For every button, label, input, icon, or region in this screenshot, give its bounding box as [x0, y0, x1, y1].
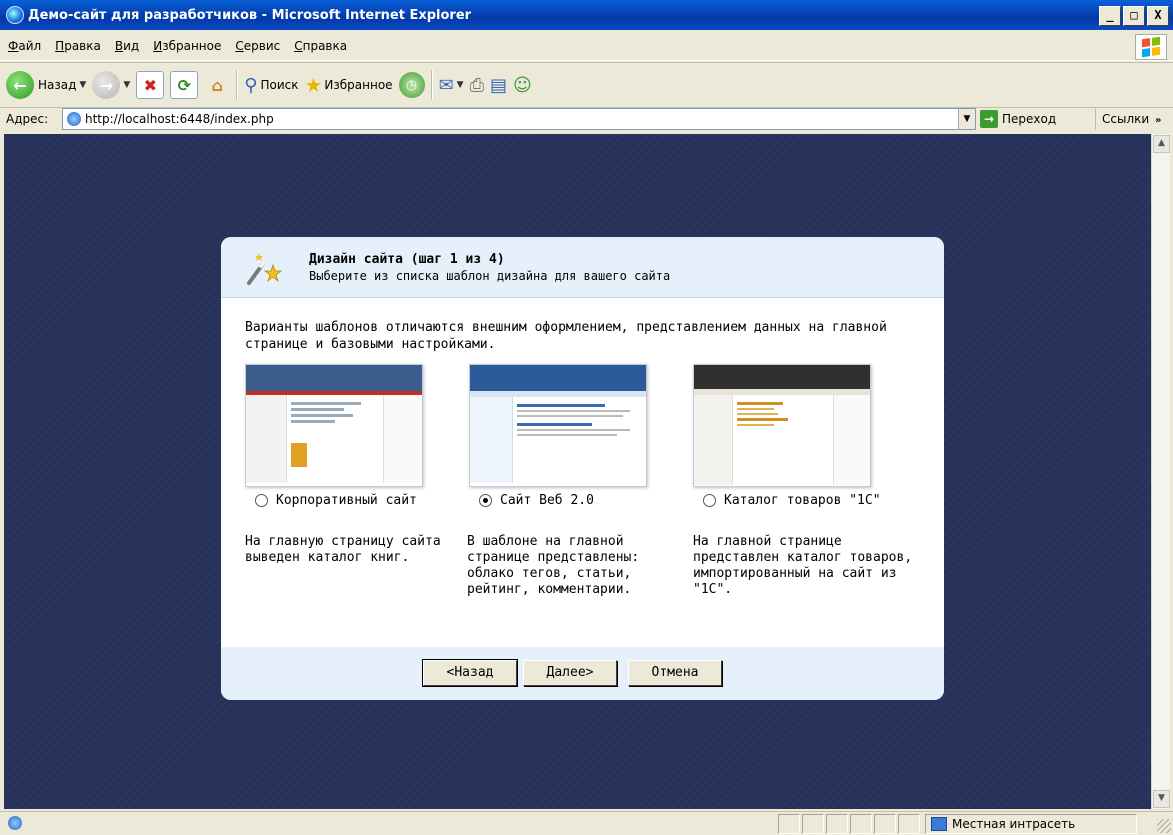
title-bar: Демо-сайт для разработчиков - Microsoft …: [0, 0, 1173, 30]
scroll-up-icon[interactable]: ▲: [1153, 135, 1170, 153]
option-web20-label: Сайт Веб 2.0: [500, 493, 594, 508]
refresh-icon[interactable]: ⟳: [170, 71, 199, 99]
favorites-button[interactable]: ★ Избранное: [304, 73, 392, 97]
radio-catalog[interactable]: [703, 494, 716, 507]
dialog-intro: Варианты шаблонов отличаются внешним офо…: [245, 320, 887, 352]
next-button[interactable]: Далее>: [523, 660, 617, 686]
back-dropdown-icon[interactable]: ▼: [79, 80, 86, 90]
dialog-subtitle: Выберите из списка шаблон дизайна для ва…: [309, 269, 671, 283]
browser-window: Демо-сайт для разработчиков - Microsoft …: [0, 0, 1173, 834]
address-label: Адрес:: [6, 112, 49, 126]
mail-dropdown-icon[interactable]: ▼: [457, 80, 464, 90]
template-thumbnail-web20[interactable]: [469, 364, 647, 487]
mail-button[interactable]: ✉ ▼: [439, 75, 464, 96]
address-url: http://localhost:6448/index.php: [85, 112, 274, 126]
toolbar-separator: [236, 70, 239, 100]
close-button[interactable]: X: [1147, 6, 1169, 26]
cancel-button[interactable]: Отмена: [628, 660, 722, 686]
maximize-button[interactable]: □: [1123, 6, 1145, 26]
vertical-scrollbar[interactable]: ▲ ▼: [1151, 134, 1170, 809]
status-cells: [778, 814, 922, 834]
status-bar: Местная интрасеть: [0, 811, 1173, 835]
search-label: Поиск: [260, 78, 299, 92]
address-bar: Адрес: http://localhost:6448/index.php ▼…: [0, 108, 1173, 130]
menu-bar: Файл Правка Вид Избранное Сервис Справка: [0, 32, 1173, 61]
home-icon[interactable]: ⌂: [204, 72, 230, 98]
menu-file[interactable]: Файл: [8, 39, 41, 53]
option-catalog[interactable]: Каталог товаров "1С": [703, 493, 881, 508]
zone-label: Местная интрасеть: [952, 817, 1076, 831]
radio-web20[interactable]: [479, 494, 492, 507]
edit-icon[interactable]: ▤: [490, 75, 507, 96]
windows-logo-icon: [1135, 34, 1167, 60]
menu-tools[interactable]: Сервис: [235, 39, 280, 53]
forward-button[interactable]: → ▼: [92, 71, 130, 99]
forward-arrow-icon: →: [92, 71, 121, 99]
standard-toolbar: ← Назад ▼ → ▼ ✖ ⟳ ⌂ ⚲ Поиск ★ Избранное …: [0, 62, 1173, 108]
back-button[interactable]: ← Назад ▼: [6, 71, 86, 99]
minimize-button[interactable]: _: [1099, 6, 1121, 26]
template-thumbnail-corporate[interactable]: [245, 364, 423, 487]
search-button[interactable]: ⚲ Поиск: [244, 75, 298, 96]
back-wizard-button[interactable]: <Назад: [422, 659, 518, 687]
address-dropdown-icon[interactable]: ▼: [958, 109, 975, 129]
wizard-dialog: Дизайн сайта (шаг 1 из 4) Выберите из сп…: [221, 237, 944, 700]
dialog-header: Дизайн сайта (шаг 1 из 4) Выберите из сп…: [221, 237, 944, 298]
window-title: Демо-сайт для разработчиков - Microsoft …: [28, 7, 472, 23]
ie-icon: [6, 6, 24, 24]
links-label: Ссылки: [1102, 112, 1150, 126]
toolbar-separator: [430, 70, 433, 100]
mail-icon: ✉: [438, 74, 454, 96]
option-corporate[interactable]: Корпоративный сайт: [255, 493, 417, 508]
print-icon[interactable]: ⎙: [470, 75, 484, 96]
page-icon: [67, 112, 81, 126]
go-label: Переход: [1002, 112, 1057, 126]
search-icon: ⚲: [244, 74, 258, 96]
messenger-icon[interactable]: ☺: [513, 75, 532, 96]
favorites-label: Избранное: [324, 78, 393, 92]
option-catalog-label: Каталог товаров "1С": [724, 493, 881, 508]
option-web20-desc: В шаблоне на главной странице представле…: [467, 534, 640, 597]
option-corporate-label: Корпоративный сайт: [276, 493, 417, 508]
forward-dropdown-icon[interactable]: ▼: [123, 80, 130, 90]
resize-grip-icon[interactable]: [1157, 819, 1171, 833]
intranet-icon: [931, 817, 947, 831]
favorites-star-icon: ★: [304, 73, 323, 97]
go-arrow-icon: →: [980, 110, 998, 128]
menu-edit[interactable]: Правка: [55, 39, 101, 53]
security-zone[interactable]: Местная интрасеть: [925, 814, 1137, 834]
dialog-title: Дизайн сайта (шаг 1 из 4): [309, 252, 505, 267]
back-arrow-icon: ←: [6, 71, 34, 99]
template-thumbnail-catalog[interactable]: [693, 364, 871, 487]
option-web20[interactable]: Сайт Веб 2.0: [479, 493, 594, 508]
menu-favorites[interactable]: Избранное: [153, 39, 221, 53]
menu-help[interactable]: Справка: [294, 39, 347, 53]
magic-wand-icon: [247, 253, 283, 285]
menu-view[interactable]: Вид: [115, 39, 139, 53]
address-input[interactable]: http://localhost:6448/index.php ▼: [62, 108, 976, 130]
option-catalog-desc: На главной странице представлен каталог …: [693, 534, 913, 597]
page-content: Дизайн сайта (шаг 1 из 4) Выберите из сп…: [4, 134, 1151, 809]
history-icon[interactable]: ◷: [398, 72, 425, 98]
chevron-right-icon: »: [1155, 115, 1162, 126]
scroll-down-icon[interactable]: ▼: [1153, 790, 1170, 808]
links-button[interactable]: Ссылки »: [1095, 108, 1161, 130]
page-status-icon: [8, 816, 22, 830]
radio-corporate[interactable]: [255, 494, 268, 507]
back-label: Назад: [38, 78, 77, 92]
stop-icon[interactable]: ✖: [136, 71, 165, 99]
option-corporate-desc: На главную страницу сайта выведен катало…: [245, 534, 441, 565]
go-button[interactable]: → Переход: [980, 108, 1056, 130]
